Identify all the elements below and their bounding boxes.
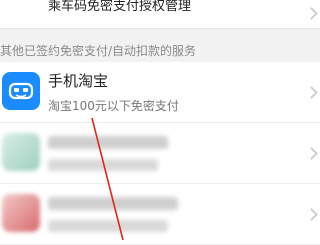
service-item-blurred[interactable]: [0, 184, 320, 245]
chevron-right-icon: [305, 86, 318, 99]
section-header-text: 其他已签约免密支付/自动扣款的服务: [0, 44, 197, 58]
top-service-label: 乘车码免密支付授权管理: [48, 0, 192, 14]
service-subtitle: 淘宝100元以下免密支付: [48, 99, 179, 113]
section-header: 其他已签约免密支付/自动扣款的服务: [0, 38, 320, 62]
blurred-app-icon: [2, 194, 40, 232]
chevron-right-icon: [305, 7, 318, 20]
blurred-title: [48, 136, 168, 149]
service-item-blurred[interactable]: [0, 123, 320, 184]
blurred-app-icon: [2, 133, 40, 171]
chevron-right-icon: [305, 147, 318, 160]
blurred-subtitle: [48, 220, 168, 232]
blurred-title: [48, 197, 178, 210]
service-item-taobao[interactable]: 手机淘宝 淘宝100元以下免密支付: [0, 62, 320, 123]
taobao-icon: [2, 72, 40, 110]
blurred-subtitle: [48, 159, 158, 171]
chevron-right-icon: [305, 208, 318, 221]
service-title: 手机淘宝: [48, 72, 109, 90]
top-service-row[interactable]: 乘车码免密支付授权管理: [0, 0, 320, 29]
